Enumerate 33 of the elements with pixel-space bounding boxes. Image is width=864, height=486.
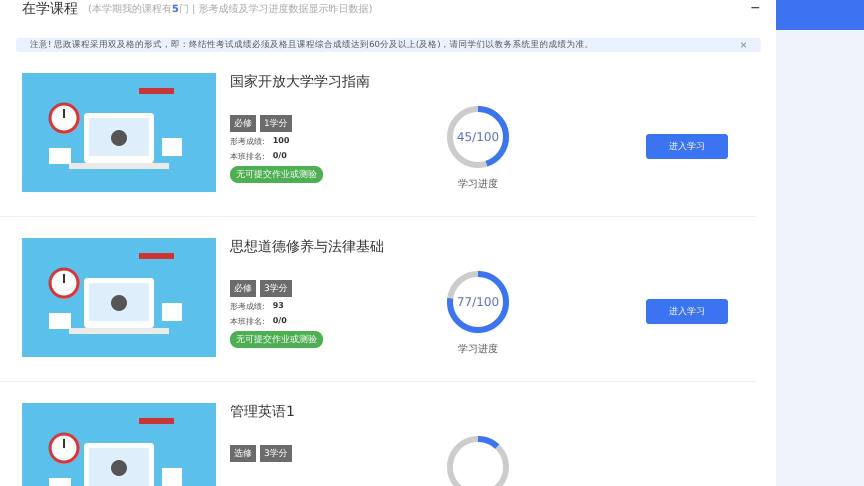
progress-label: 学习进度	[458, 178, 498, 191]
course-tag: 必修	[230, 115, 256, 132]
progress-label: 学习进度	[458, 342, 498, 356]
progress-ring	[446, 435, 510, 486]
grade-label: 形考成绩:	[230, 136, 265, 147]
grade-value: 100	[272, 136, 290, 147]
course-title: 管理英语1	[230, 403, 295, 421]
course-title: 思想道德修养与法律基础	[230, 238, 384, 256]
enter-study-button[interactable]: 进入学习	[646, 299, 728, 324]
status-badge: 无可提交作业或测验	[230, 331, 323, 348]
rank-label: 本班排名:	[230, 316, 265, 327]
grade-value: 93	[272, 301, 284, 312]
notice-text: 注意! 思政课程采用双及格的形式，即：终结性考试成绩必须及格且课程综合成绩达到60分及以上(及格)，请同学们以教务系统里的成绩为准。	[30, 39, 595, 51]
progress-value: 45/100	[456, 130, 500, 144]
course-tag: 必修	[230, 280, 256, 297]
progress-ring	[446, 270, 510, 334]
collapse-button[interactable]: −	[750, 0, 760, 18]
grade-label: 形考成绩:	[230, 301, 265, 312]
course-title: 国家开放大学学习指南	[230, 73, 370, 91]
course-tag: 3学分	[260, 445, 292, 462]
status-badge: 无可提交作业或测验	[230, 166, 323, 183]
section-note: (本学期我的课程有5门 | 形考成绩及学习进度数据显示昨日数据)	[88, 2, 374, 16]
progress-value: 77/100	[456, 295, 500, 309]
course-tag: 3学分	[260, 280, 292, 297]
rank-value: 0/0	[272, 151, 287, 162]
section-title: 在学课程	[22, 0, 78, 18]
close-button[interactable]: ×	[740, 38, 747, 52]
rank-value: 0/0	[272, 316, 287, 327]
course-tag: 选修	[230, 445, 256, 462]
enter-study-button[interactable]: 进入学习	[646, 134, 728, 159]
progress-ring	[446, 105, 510, 169]
rank-label: 本班排名:	[230, 151, 265, 162]
course-tag: 1学分	[260, 115, 292, 132]
